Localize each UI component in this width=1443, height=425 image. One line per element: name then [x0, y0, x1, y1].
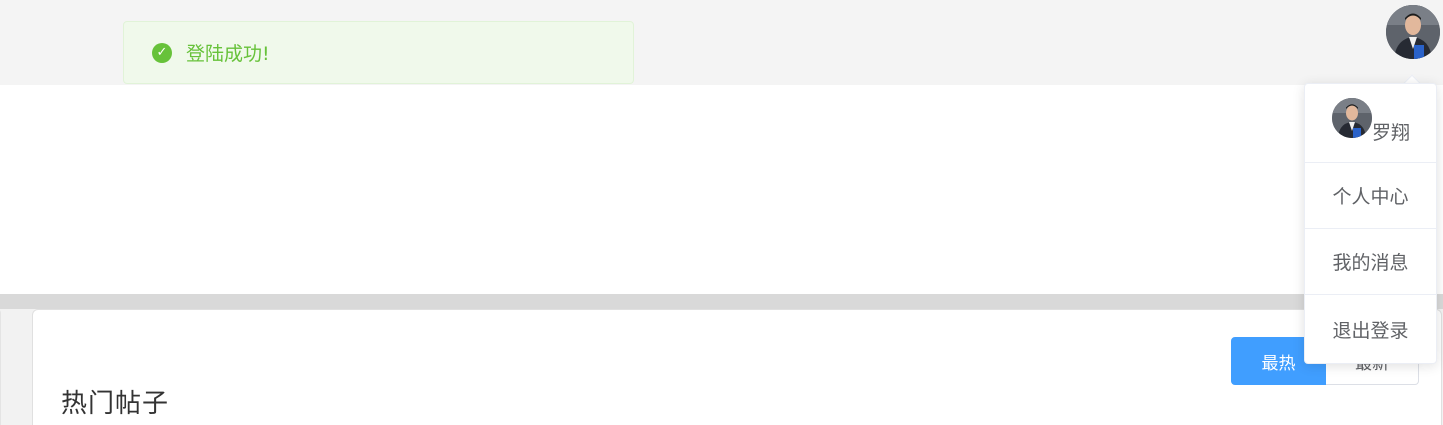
dropdown-user-info: 罗翔: [1305, 84, 1436, 163]
user-avatar[interactable]: [1386, 5, 1440, 59]
dropdown-username: 罗翔: [1372, 122, 1411, 144]
avatar-image-small: [1332, 98, 1372, 138]
menu-item-logout[interactable]: 退出登录: [1305, 295, 1436, 363]
toast-message: 登陆成功!: [186, 43, 270, 65]
section-title: 热门帖子: [61, 389, 170, 419]
dropdown-avatar: [1332, 98, 1372, 138]
menu-item-messages[interactable]: 我的消息: [1305, 229, 1436, 295]
hot-posts-card: 热门帖子 最热 最新: [32, 309, 1442, 425]
user-dropdown-menu: 罗翔 个人中心 我的消息 退出登录: [1304, 83, 1437, 364]
check-circle-icon: ✓: [152, 42, 172, 63]
left-panel-card: [0, 309, 1, 425]
avatar-image: [1386, 5, 1440, 59]
section-divider: [0, 294, 1443, 309]
main-content: 热门帖子 最热 最新: [0, 309, 1443, 425]
success-toast: ✓ 登陆成功!: [123, 21, 634, 84]
menu-item-profile[interactable]: 个人中心: [1305, 163, 1436, 229]
